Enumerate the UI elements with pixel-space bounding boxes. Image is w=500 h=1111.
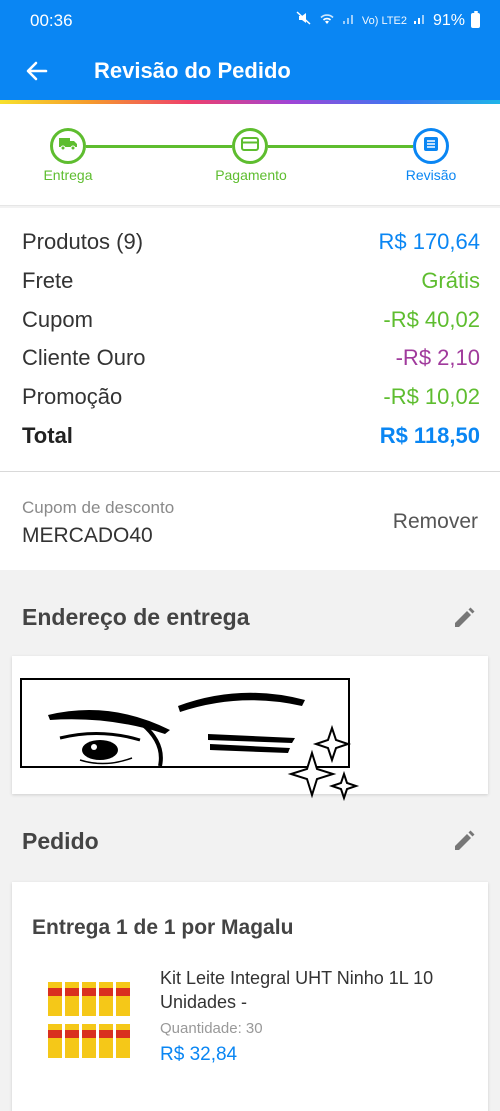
- header: Revisão do Pedido: [0, 42, 500, 100]
- summary-value: R$ 170,64: [378, 229, 480, 254]
- step-label-pagamento: Pagamento: [215, 167, 287, 183]
- summary-label: Cliente Ouro: [22, 345, 146, 370]
- summary-row-produtos: Produtos (9) R$ 170,64: [22, 224, 480, 260]
- network-label: Vo) LTE2: [361, 14, 407, 27]
- summary-value: -R$ 40,02: [383, 307, 480, 332]
- edit-order-pencil-icon[interactable]: [450, 827, 478, 855]
- order-card: Entrega 1 de 1 por Magalu Kit Leite Inte…: [12, 882, 488, 1111]
- document-list-icon: [423, 136, 439, 157]
- product-quantity: Quantidade: 30: [160, 1020, 263, 1037]
- step-connector: [268, 145, 413, 148]
- order-section-title: Pedido: [22, 828, 99, 854]
- product-name[interactable]: Kit Leite Integral UHT Ninho 1L 10 Unida…: [160, 966, 476, 1014]
- summary-row-cupom: Cupom -R$ 40,02: [22, 302, 480, 338]
- order-summary: Produtos (9) R$ 170,64 Frete Grátis Cupo…: [0, 208, 500, 472]
- step-connector: [86, 145, 232, 148]
- summary-label: Promoção: [22, 384, 123, 409]
- app-bar: 00:36 Vo) LTE2 91% Revisão do Pedido: [0, 0, 500, 104]
- total-value: R$ 118,50: [379, 423, 480, 448]
- status-time: 00:36: [30, 11, 73, 30]
- edit-address-pencil-icon[interactable]: [450, 604, 478, 632]
- step-label-revisao: Revisão: [405, 167, 457, 183]
- eyes-sticker-image: [20, 678, 360, 813]
- summary-label: Cupom: [22, 307, 93, 332]
- battery-percent: 91%: [432, 11, 465, 29]
- page-title: Revisão do Pedido: [94, 58, 291, 83]
- address-section-title: Endereço de entrega: [22, 604, 250, 630]
- step-revisao[interactable]: [413, 128, 449, 164]
- step-pagamento[interactable]: [232, 128, 268, 164]
- status-bar: 00:36 Vo) LTE2 91%: [0, 0, 500, 42]
- battery-icon: [471, 11, 480, 28]
- summary-row-frete: Frete Grátis: [22, 263, 480, 299]
- signal-icon: [342, 11, 356, 30]
- total-label: Total: [22, 423, 73, 448]
- truck-icon: [59, 137, 77, 156]
- status-icons: Vo) LTE2 91%: [296, 10, 480, 31]
- address-card[interactable]: [12, 656, 488, 802]
- remove-coupon-button[interactable]: Remover: [393, 510, 478, 534]
- mute-icon: [296, 10, 312, 31]
- checkout-stepper: Entrega Pagamento Revisão: [0, 104, 500, 206]
- signal-icon-2: [413, 11, 427, 30]
- step-label-entrega: Entrega: [43, 167, 93, 183]
- summary-row-cliente-ouro: Cliente Ouro -R$ 2,10: [22, 340, 480, 376]
- product-price: R$ 32,84: [160, 1044, 238, 1065]
- summary-label: Produtos (9): [22, 229, 144, 254]
- coupon-caption: Cupom de desconto: [22, 498, 175, 517]
- summary-value: -R$ 10,02: [383, 384, 480, 409]
- summary-label: Frete: [22, 268, 74, 293]
- delivery-heading: Entrega 1 de 1 por Magalu: [32, 916, 294, 939]
- back-arrow-icon[interactable]: [22, 56, 52, 86]
- summary-value: -R$ 2,10: [395, 345, 480, 370]
- summary-value: Grátis: [421, 268, 480, 293]
- step-entrega[interactable]: [50, 128, 86, 164]
- coupon-code: MERCADO40: [22, 524, 153, 547]
- summary-row-total: Total R$ 118,50: [22, 418, 480, 454]
- coupon-section: Cupom de desconto MERCADO40 Remover: [0, 472, 500, 570]
- product-image[interactable]: [46, 974, 136, 1070]
- credit-card-icon: [241, 136, 259, 156]
- wifi-icon: [318, 11, 336, 30]
- summary-row-promocao: Promoção -R$ 10,02: [22, 379, 480, 415]
